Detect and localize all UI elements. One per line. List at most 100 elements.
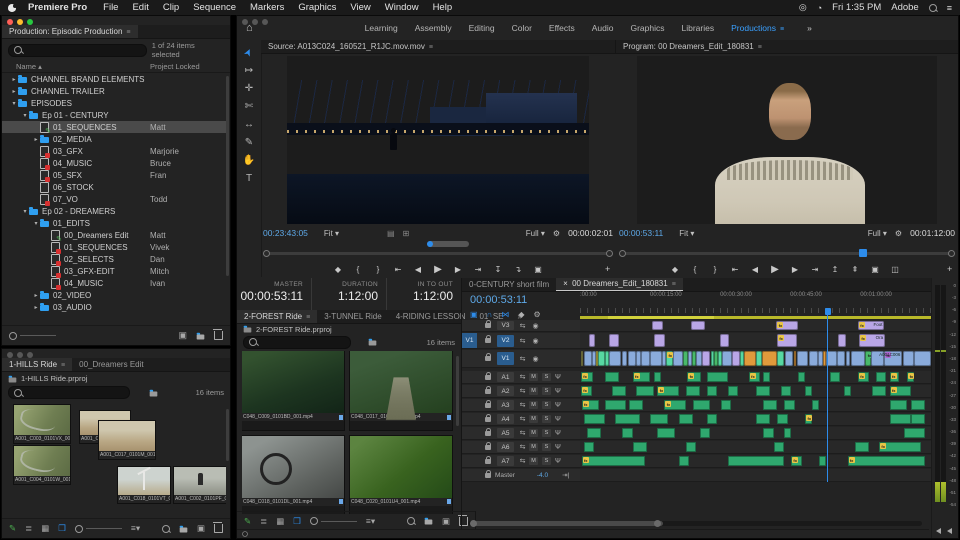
tree-item-ep-01-century[interactable]: ▾ Ep 01 - CENTURY bbox=[2, 109, 226, 121]
timeline-clip[interactable] bbox=[640, 351, 651, 366]
timeline-clip[interactable] bbox=[583, 442, 595, 452]
menu-edit[interactable]: Edit bbox=[132, 2, 148, 13]
timeline-clip[interactable] bbox=[653, 372, 661, 382]
program-step-forward[interactable]: ▶ bbox=[791, 265, 799, 274]
zoom-slider[interactable] bbox=[9, 331, 56, 340]
timeline-clip[interactable] bbox=[604, 400, 626, 410]
tab-production[interactable]: Production: Episodic Production ≡ bbox=[2, 25, 138, 38]
timeline-clip[interactable]: fx bbox=[687, 372, 702, 382]
track-target-button[interactable]: A4 bbox=[497, 414, 514, 424]
search-icon[interactable] bbox=[928, 3, 937, 12]
track-lock-icon[interactable] bbox=[485, 399, 491, 408]
ripple-edit-tool[interactable]: ✛ bbox=[245, 84, 253, 94]
timeline-clip[interactable] bbox=[699, 428, 711, 438]
timeline-playhead[interactable] bbox=[827, 308, 829, 482]
label-color-chip[interactable] bbox=[339, 414, 343, 420]
source-go-to-in[interactable]: ⇤ bbox=[394, 265, 402, 274]
workspace-tab-learning[interactable]: Learning bbox=[365, 23, 398, 33]
timeline-clip[interactable] bbox=[720, 334, 729, 347]
razor-tool[interactable]: ✄ bbox=[245, 102, 253, 112]
caret-right-icon[interactable]: ▸ bbox=[32, 304, 40, 311]
menu-help[interactable]: Help bbox=[433, 2, 453, 13]
timeline-clip[interactable] bbox=[727, 456, 785, 466]
timeline-clip[interactable] bbox=[636, 351, 641, 366]
mute-button[interactable]: M bbox=[529, 443, 538, 451]
zoom-knob[interactable] bbox=[309, 517, 318, 525]
sync-lock-icon[interactable]: ⇆ bbox=[516, 415, 529, 423]
track-target-button[interactable]: V1 bbox=[497, 351, 514, 366]
timeline-clip[interactable] bbox=[784, 400, 795, 410]
track-target-button[interactable]: A3 bbox=[497, 400, 514, 410]
timeline-clip[interactable] bbox=[872, 386, 887, 396]
voiceover-record-icon[interactable]: Ψ bbox=[555, 402, 561, 409]
new-item-icon[interactable]: ▣ bbox=[197, 523, 205, 534]
timeline-clip[interactable] bbox=[761, 351, 778, 366]
timeline-clip[interactable] bbox=[696, 351, 703, 366]
timeline-clip[interactable]: fx bbox=[858, 372, 869, 382]
solo-button[interactable]: S bbox=[542, 429, 551, 437]
track-lock-icon[interactable] bbox=[485, 335, 491, 343]
track-target-button[interactable]: A1 bbox=[497, 372, 514, 382]
timeline-clip[interactable]: fx bbox=[748, 372, 760, 382]
program-mark-out[interactable]: } bbox=[711, 265, 719, 274]
timeline-clip[interactable] bbox=[627, 351, 636, 366]
track-select-forward-tool[interactable]: ↦ bbox=[245, 66, 253, 76]
media-clip-thumbnail[interactable]: C048_C020_0101U4_001.mp4 bbox=[350, 435, 452, 514]
timeline-clip[interactable] bbox=[685, 386, 700, 396]
timeline-clip[interactable]: fx bbox=[632, 372, 651, 382]
mute-button[interactable]: M bbox=[529, 457, 538, 465]
timeline-clip[interactable] bbox=[818, 351, 823, 366]
timeline-clip[interactable]: fx bbox=[865, 351, 873, 366]
toggle-output-icon[interactable]: ◉ bbox=[529, 322, 542, 330]
timeline-clip[interactable] bbox=[621, 351, 628, 366]
track-target-button[interactable]: A5 bbox=[497, 428, 514, 438]
mute-button[interactable]: M bbox=[529, 429, 538, 437]
timeline-clip[interactable] bbox=[692, 400, 711, 410]
thumbnail-view-icon[interactable]: ▦ bbox=[41, 523, 49, 534]
timeline-clip[interactable] bbox=[583, 414, 605, 424]
timeline-clip[interactable]: fx bbox=[879, 442, 922, 452]
tree-item-07-vo[interactable]: 07_VO Todd bbox=[2, 193, 226, 206]
timeline-clip[interactable] bbox=[780, 386, 792, 396]
tree-item-02-video[interactable]: ▸ 02_VIDEO bbox=[2, 289, 226, 301]
timeline-clip[interactable] bbox=[902, 351, 914, 366]
add-button-icon[interactable]: + bbox=[605, 264, 610, 274]
timeline-clip[interactable] bbox=[875, 372, 887, 382]
timeline-clip[interactable] bbox=[773, 442, 785, 452]
speaker-icon[interactable] bbox=[947, 528, 952, 534]
new-bin-icon[interactable] bbox=[196, 332, 205, 340]
track-target-button[interactable]: A2 bbox=[497, 386, 514, 396]
list-view-icon[interactable]: ≣ bbox=[260, 516, 267, 527]
timeline-clip[interactable] bbox=[777, 351, 785, 366]
source-step-back[interactable]: ◀ bbox=[414, 265, 422, 274]
menubar-user[interactable]: Adobe bbox=[891, 2, 918, 13]
sync-lock-icon[interactable]: ⇆ bbox=[516, 401, 529, 409]
timeline-clip[interactable] bbox=[845, 351, 851, 366]
timeline-clip[interactable]: fx bbox=[805, 414, 813, 424]
workspace-tab-effects[interactable]: Effects bbox=[549, 23, 575, 33]
timeline-clip[interactable] bbox=[690, 321, 705, 330]
track-content-a1[interactable]: fx fx fx fx fx fx fx bbox=[580, 371, 932, 384]
caret-down-icon[interactable]: ▾ bbox=[21, 208, 29, 215]
zoom-slider[interactable] bbox=[74, 524, 122, 533]
timeline-clip[interactable] bbox=[744, 351, 756, 366]
workspace-tab-libraries[interactable]: Libraries bbox=[682, 23, 715, 33]
timeline-clip[interactable] bbox=[615, 414, 640, 424]
tree-item-02-media[interactable]: ▸ 02_MEDIA bbox=[2, 133, 226, 145]
media-clip-thumbnail[interactable]: C048_C009_0101BD_001.mp4 bbox=[242, 351, 344, 430]
timeline-clip[interactable] bbox=[580, 351, 583, 366]
voiceover-record-icon[interactable]: Ψ bbox=[555, 416, 561, 423]
timeline-clip[interactable] bbox=[632, 442, 647, 452]
timeline-clip[interactable] bbox=[706, 414, 718, 424]
timeline-clip[interactable]: fx bbox=[776, 321, 798, 330]
add-marker-icon[interactable]: ◆ bbox=[518, 310, 524, 319]
fit-audio-icon[interactable]: ⇥| bbox=[562, 471, 569, 479]
menu-sequence[interactable]: Sequence bbox=[193, 2, 236, 13]
trash-icon[interactable] bbox=[213, 329, 223, 340]
tab-3-tunnel-ride[interactable]: 3-TUNNEL Ride bbox=[317, 310, 389, 323]
sync-lock-icon[interactable]: ⇆ bbox=[516, 457, 529, 465]
add-button-icon[interactable]: + bbox=[947, 264, 952, 274]
track-lock-icon[interactable] bbox=[485, 320, 491, 328]
mute-button[interactable]: M bbox=[529, 373, 538, 381]
timeline-clip[interactable] bbox=[796, 351, 809, 366]
